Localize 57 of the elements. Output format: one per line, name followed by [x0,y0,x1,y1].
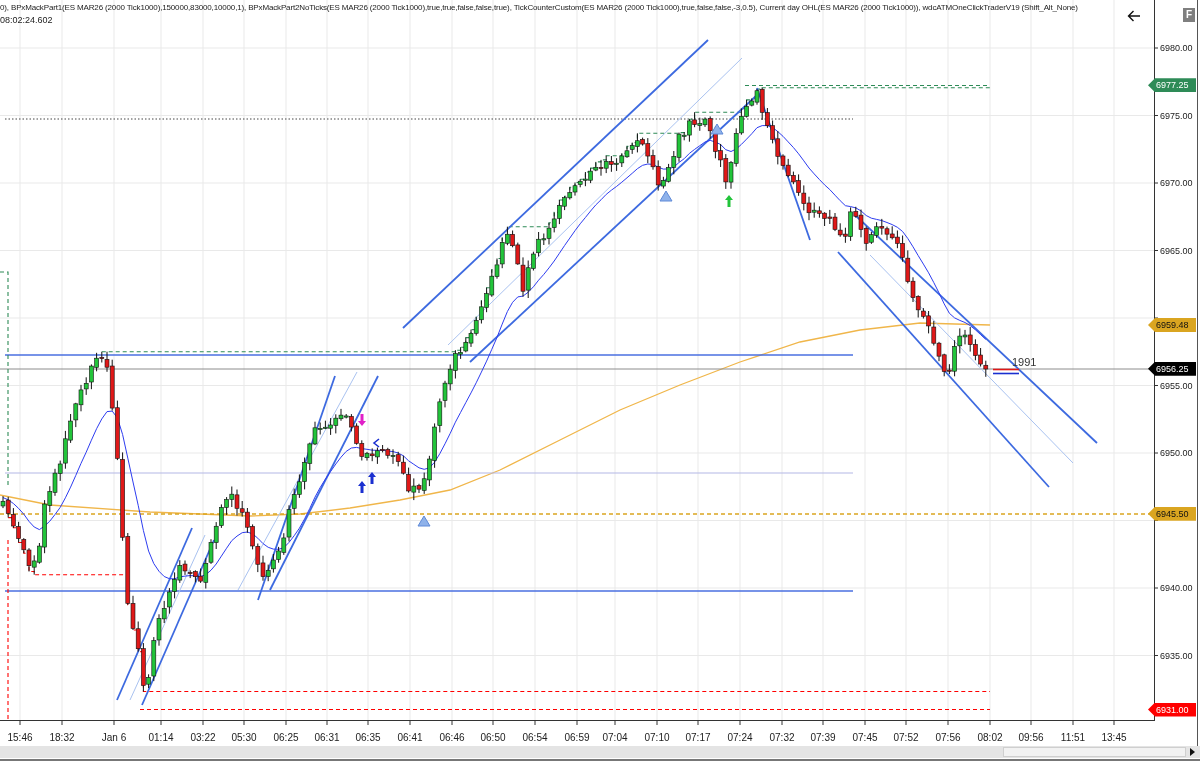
time-axis-label: 15:46 [7,732,33,743]
time-axis-label: 11:51 [1060,732,1086,743]
time-axis-label: 06:54 [522,732,548,743]
scrollbar-track[interactable] [0,746,1200,758]
tick-counter-text: 1991 [1012,356,1037,368]
price-axis-label: 6940.00 [1160,583,1193,594]
price-tag: 6977.25 [1148,78,1196,93]
scroll-right-arrow-icon[interactable] [1190,748,1195,756]
up-arrow-icon [358,481,366,493]
time-axis-label: 05:30 [231,732,257,743]
left-chevron-icon [372,438,380,448]
time-axis-label: 06:50 [480,732,506,743]
time-axis-label: 07:10 [644,732,670,743]
down-arrow-icon [358,414,366,426]
time-axis-label: 06:31 [314,732,340,743]
time-axis-label: 06:46 [439,732,465,743]
price-tag: 6956.25 [1148,361,1196,376]
time-axis-label: 08:02 [977,732,1003,743]
time-axis-label: 03:22 [190,732,216,743]
time-axis-label: 07:45 [852,732,878,743]
time-axis-label: 07:52 [893,732,919,743]
price-axis-label: 6935.00 [1160,650,1193,661]
time-axis-label: 07:32 [769,732,795,743]
scrollbar-thumb[interactable] [1003,747,1186,757]
price-axis-label: 6970.00 [1160,178,1193,189]
up-triangle-icon [417,515,431,527]
price-tag: 6931.00 [1148,702,1196,717]
time-axis-label: 07:04 [602,732,628,743]
time-axis-label: 07:39 [810,732,836,743]
up-arrow-icon [368,472,376,484]
f-button[interactable]: F [1183,8,1195,22]
price-axis-label: 6965.00 [1160,245,1193,256]
up-triangle-icon [659,190,673,202]
timestamp-text: 08:02:24.602 [0,15,53,26]
tick-counter-marker [992,368,1020,375]
up-triangle-icon [710,123,724,135]
up-arrow-icon [725,195,733,207]
time-axis-label: Jan 6 [101,732,127,743]
time-axis-label: 07:56 [935,732,961,743]
time-axis-label: 01:14 [148,732,174,743]
price-axis-label: 6955.00 [1160,380,1193,391]
time-axis-label: 13:45 [1101,732,1127,743]
time-axis-label: 18:32 [49,732,75,743]
price-axis-label: 6980.00 [1160,43,1193,54]
time-axis-label: 06:35 [355,732,381,743]
time-axis-label: 07:24 [727,732,753,743]
time-axis-label: 07:17 [685,732,711,743]
time-axis-label: 06:41 [397,732,423,743]
price-tag: 6959.48 [1148,318,1196,332]
price-axis-label: 6950.00 [1160,448,1193,459]
price-axis-label: 6975.00 [1160,110,1193,121]
price-tag: 6945.50 [1148,506,1196,521]
indicator-list-text: 0), BPxMackPart1(ES MAR26 (2000 Tick1000),150000,83000,10000,1), BPxMackPart2NoTicks(ES MAR26 (2000 Tick1000),true,true,false,false,true), TickCounterCustom(ES MAR26 (2000 Tick1000),true,false,false,-3,0.5), Current day OHL(ES MAR26 (2000 Tick1000)), wdcATMOneClickTraderV19 (Shift_Alt_None) [0,2,1078,13]
time-axis-label: 06:59 [564,732,590,743]
time-axis-label: 09:56 [1018,732,1044,743]
back-arrow-icon[interactable] [1127,10,1141,22]
time-axis-label: 06:25 [273,732,299,743]
